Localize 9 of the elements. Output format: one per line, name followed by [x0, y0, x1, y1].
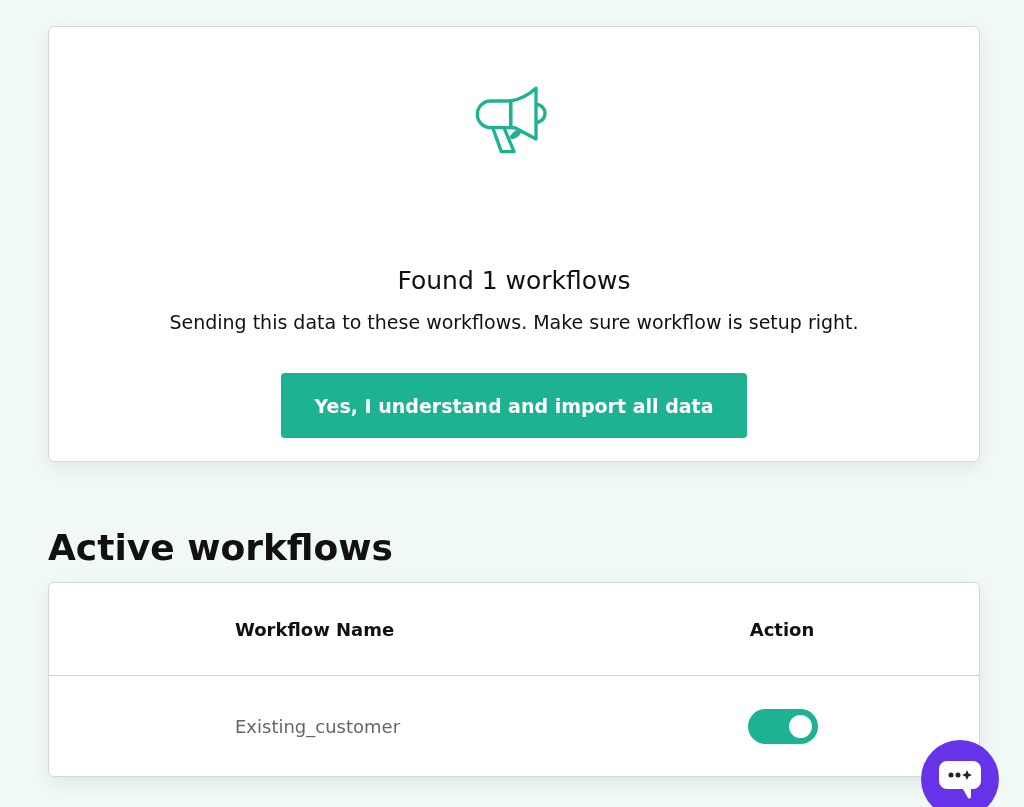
notice-message: Sending this data to these workflows. Make sure workflow is setup right.: [169, 311, 859, 333]
column-header: Action: [749, 618, 815, 640]
column-header: Workflow Name: [235, 618, 395, 640]
toggle-switch[interactable]: [748, 708, 818, 744]
section-title: Active workflows: [48, 526, 394, 570]
notice-title: Found 1 workflows: [397, 266, 631, 295]
workflow-name: Existing_customer: [235, 715, 401, 737]
import-button[interactable]: Yes, I understand and import all data: [281, 373, 747, 438]
chat-button[interactable]: [921, 740, 999, 807]
